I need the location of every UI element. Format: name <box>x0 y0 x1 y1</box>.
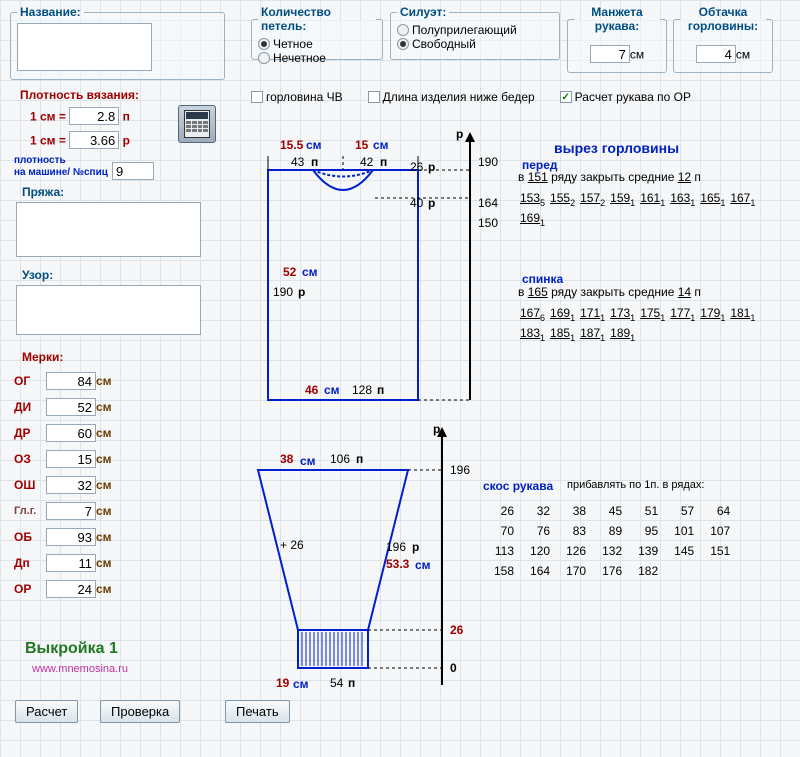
yarn-input[interactable] <box>16 202 201 257</box>
yarn-label: Пряжа: <box>22 185 64 199</box>
check-button[interactable]: Проверка <box>100 700 180 723</box>
sleeve-rows-table: 2632384551576470768389951011071131201261… <box>485 500 739 582</box>
neck-front-seq: 153515521572159116111631165116711691 <box>520 188 780 229</box>
name-box: Название: <box>10 5 225 80</box>
neck-back-line: в 165 ряду закрыть средние 14 п <box>518 285 701 299</box>
sleeve-instr: прибавлять по 1п. в рядах: <box>567 479 704 491</box>
radio-even[interactable]: Четное <box>258 37 376 51</box>
merki-dp-input[interactable] <box>46 554 96 572</box>
loops-box: Количество петель: Четное Нечетное <box>251 5 383 60</box>
radio-odd[interactable]: Нечетное <box>258 51 376 65</box>
merki-or-input[interactable] <box>46 580 96 598</box>
checkbox-icon <box>251 91 263 103</box>
merki-osh-label: ОШ <box>14 478 46 492</box>
loops-label: Количество петель: <box>258 5 376 33</box>
link-text: www.mnemosina.ru <box>32 663 128 675</box>
pattern-input[interactable] <box>16 285 201 335</box>
density-p-input[interactable] <box>69 107 119 125</box>
merki-title: Мерки: <box>22 350 63 364</box>
checkbox-icon: ✓ <box>560 91 572 103</box>
siluet-box: Силуэт: Полуприлегающий Свободный <box>390 5 560 60</box>
merki-glg-input[interactable] <box>46 502 96 520</box>
merki-oz-input[interactable] <box>46 450 96 468</box>
necktrim-box: Обтачка горловины: см <box>673 5 773 73</box>
machine-input[interactable] <box>112 162 154 180</box>
body-dashes <box>258 150 518 410</box>
merki-og-label: ОГ <box>14 374 46 388</box>
radio-dot-icon <box>397 24 409 36</box>
calc-button[interactable]: Расчет <box>15 700 78 723</box>
merki-og-input[interactable] <box>46 372 96 390</box>
project-name: Выкройка 1 <box>25 640 118 658</box>
density-r-input[interactable] <box>69 131 119 149</box>
options-row: горловина ЧВ Длина изделия ниже бедер ✓Р… <box>251 90 691 104</box>
sleeve-title: скос рукава <box>483 479 553 493</box>
density-title: Плотность вязания: <box>20 88 139 102</box>
merki-oz-label: ОЗ <box>14 452 46 466</box>
calculator-icon[interactable] <box>178 105 216 143</box>
pattern-label: Узор: <box>22 268 53 282</box>
check-sleeve-or[interactable]: ✓Расчет рукава по ОР <box>560 90 691 104</box>
machine-label2: на машине/ №спиц <box>14 167 108 178</box>
radio-dot-icon <box>258 52 270 64</box>
merki-dr-input[interactable] <box>46 424 96 442</box>
radio-dot-icon <box>397 38 409 50</box>
merki-ob-label: ОБ <box>14 530 46 544</box>
siluet-label: Силуэт: <box>397 5 449 19</box>
check-chv[interactable]: горловина ЧВ <box>251 90 343 104</box>
merki-glg-label: Гл.г. <box>14 505 46 517</box>
cuff-label: Манжета рукава: <box>574 5 660 33</box>
merki-dr-label: ДР <box>14 426 46 440</box>
cuff-box: Манжета рукава: см <box>567 5 667 73</box>
necktrim-input[interactable] <box>696 45 736 63</box>
merki-osh-input[interactable] <box>46 476 96 494</box>
neck-back-label: спинка <box>522 272 563 286</box>
cuff-input[interactable] <box>590 45 630 63</box>
neck-back-seq: 1676169117111731175117711791181118311851… <box>520 303 780 344</box>
name-input[interactable] <box>17 23 152 71</box>
necktrim-label: Обтачка горловины: <box>680 5 766 33</box>
merki-dp-label: Дп <box>14 556 46 570</box>
name-label: Название: <box>17 5 84 19</box>
neck-front-line: в 151 ряду закрыть средние 12 п <box>518 170 701 184</box>
merki-or-label: ОР <box>14 582 46 596</box>
radio-dot-icon <box>258 38 270 50</box>
machine-label1: плотность <box>14 155 66 166</box>
radio-semi[interactable]: Полуприлегающий <box>397 23 553 37</box>
checkbox-icon <box>368 91 380 103</box>
merki-di-input[interactable] <box>46 398 96 416</box>
print-button[interactable]: Печать <box>225 700 290 723</box>
radio-free[interactable]: Свободный <box>397 37 553 51</box>
merki-ob-input[interactable] <box>46 528 96 546</box>
neck-title: вырез горловины <box>554 140 679 156</box>
merki-di-label: ДИ <box>14 400 46 414</box>
check-below-hips[interactable]: Длина изделия ниже бедер <box>368 90 535 104</box>
